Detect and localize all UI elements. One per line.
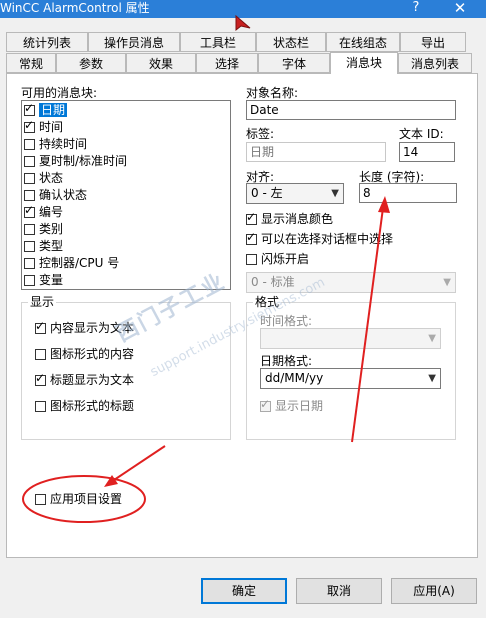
- annotation-arrow-to-length: [351, 207, 384, 443]
- annotation-overlay: [22, 14, 390, 523]
- annotation-arrow-to-checkbox: [110, 445, 166, 483]
- cursor-arrow-icon: [235, 14, 251, 32]
- tab-message-blocks[interactable]: 消息块: [330, 52, 398, 74]
- highlight-ellipse: [22, 475, 146, 523]
- cancel-button[interactable]: 取消: [296, 578, 382, 604]
- arrowhead-icon: [378, 196, 390, 213]
- apply-button[interactable]: 应用(A): [391, 578, 477, 604]
- ok-button[interactable]: 确定: [201, 578, 287, 604]
